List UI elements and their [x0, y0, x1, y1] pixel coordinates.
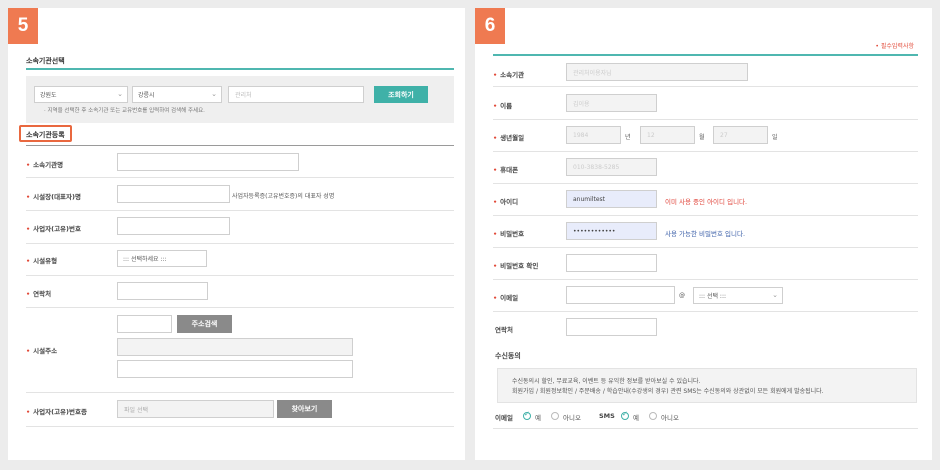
address-input[interactable] — [117, 338, 353, 356]
label-mobile: • 휴대폰 — [493, 166, 519, 174]
label-facility-type: • 시설유형 — [26, 257, 58, 265]
email-domain-value: ::: 선택 ::: — [699, 293, 726, 300]
contact-input[interactable] — [117, 282, 208, 300]
step-badge: 5 — [8, 8, 38, 44]
search-hint: · 지역을 선택한 후 소속기관 또는 교유번호를 입력하여 검색해 주세요. — [44, 108, 205, 114]
row-divider — [493, 119, 918, 120]
label-email: • 이메일 — [493, 294, 519, 302]
password-input[interactable]: •••••••••••• — [566, 222, 657, 240]
search-box: 강원도 ⌄ 강릉시 ⌄ 관리처 조회하기 · 지역을 선택한 후 소속기관 또는… — [26, 76, 454, 123]
sms-yes-radio[interactable] — [621, 410, 629, 420]
address-detail-input[interactable] — [117, 360, 353, 378]
row-divider — [493, 428, 918, 429]
label-address: • 시설주소 — [26, 347, 58, 355]
sms-no-label: 아니오 — [661, 414, 679, 422]
row-divider — [493, 311, 918, 312]
divider — [26, 145, 454, 146]
email-yes-label: 예 — [535, 414, 541, 422]
divider — [26, 68, 454, 70]
pw-confirm-input[interactable] — [566, 254, 657, 272]
birth-month-input[interactable]: 12 — [640, 126, 695, 144]
label-name: • 이름 — [493, 102, 513, 110]
label-password: • 비밀번호 — [493, 230, 525, 238]
month-unit: 월 — [699, 134, 705, 141]
email-id-input[interactable] — [566, 286, 675, 304]
province-select[interactable]: 강원도 ⌄ — [34, 86, 128, 103]
mobile-input: 010-3838-5285 — [566, 158, 657, 176]
row-divider — [26, 426, 454, 427]
browse-button[interactable]: 찾아보기 — [277, 400, 332, 418]
email-consent-label: 이메일 — [495, 414, 513, 422]
password-message: 사용 가능한 비밀번호 입니다. — [665, 230, 746, 238]
email-no-radio[interactable] — [551, 412, 559, 420]
label-cert: • 사업자(고유)번호증 — [26, 408, 87, 416]
row-divider — [493, 151, 918, 152]
required-note: • 필수입력사항 — [875, 43, 914, 50]
consent-line-2: 회원가입 / 회원정보확인 / 주문배송 / 학습안내(수강생의 경우) 관련 … — [512, 388, 824, 395]
at-sign: @ — [679, 292, 685, 299]
search-button[interactable]: 조회하기 — [374, 86, 428, 103]
consent-title: 수신동의 — [495, 352, 521, 360]
section-title: 소속기관선택 — [26, 57, 65, 65]
city-select[interactable]: 강릉시 ⌄ — [132, 86, 222, 103]
rep-note: 사업자등록증(고유번호증)의 대표자 성명 — [232, 193, 335, 200]
email-domain-select[interactable]: ::: 선택 ::: ⌄ — [693, 287, 783, 304]
label-pw-confirm: • 비밀번호 확인 — [493, 262, 539, 270]
facility-type-select[interactable]: ::: 선택하세요 ::: — [117, 250, 207, 267]
zipcode-input[interactable] — [117, 315, 172, 333]
row-divider — [26, 307, 454, 308]
chevron-down-icon: ⌄ — [772, 291, 778, 299]
row-divider — [493, 247, 918, 248]
org-name-input[interactable] — [117, 153, 299, 171]
user-id-input[interactable]: anumiltest — [566, 190, 657, 208]
email-no-label: 아니오 — [563, 414, 581, 422]
sms-consent-label: SMS — [599, 412, 615, 420]
id-message: 이미 사용 중인 아이디 입니다. — [665, 198, 748, 206]
row-divider — [26, 210, 454, 211]
address-search-button[interactable]: 주소검색 — [177, 315, 232, 333]
org-input: 관리처이용자님 — [566, 63, 748, 81]
label-user-id: • 아이디 — [493, 198, 519, 206]
right-panel: 6 • 필수입력사항 • 소속기관 관리처이용자님 • 이름 김이용 • 생년월일 1… — [475, 8, 932, 460]
row-divider — [26, 243, 454, 244]
chevron-down-icon: ⌄ — [117, 90, 123, 98]
birth-year-input[interactable]: 1984 — [566, 126, 621, 144]
city-value: 강릉시 — [138, 92, 155, 99]
birth-day-input[interactable]: 27 — [713, 126, 768, 144]
consent-info: 수신동의시 할인, 무료교육, 이벤트 등 유익한 정보를 받아보실 수 있습니… — [497, 368, 917, 403]
left-panel: 5 소속기관선택 강원도 ⌄ 강릉시 ⌄ 관리처 조회하기 · 지역을 선택한 … — [8, 8, 465, 460]
label-birth: • 생년월일 — [493, 134, 525, 142]
province-value: 강원도 — [40, 92, 57, 99]
row-divider — [493, 215, 918, 216]
file-input[interactable]: 파일 선택 — [117, 400, 274, 418]
sms-yes-label: 예 — [633, 414, 639, 422]
row-divider — [26, 275, 454, 276]
row-divider — [26, 177, 454, 178]
keyword-input[interactable]: 관리처 — [228, 86, 364, 103]
label-contact: 연락처 — [495, 326, 513, 334]
email-yes-radio[interactable] — [523, 410, 531, 420]
day-unit: 일 — [772, 134, 778, 141]
name-input: 김이용 — [566, 94, 657, 112]
step-badge: 6 — [475, 8, 505, 44]
year-unit: 년 — [625, 134, 631, 141]
label-rep-name: • 시설장(대표자)명 — [26, 193, 81, 201]
contact-input[interactable] — [566, 318, 657, 336]
divider — [493, 54, 918, 56]
rep-name-input[interactable] — [117, 185, 230, 203]
label-contact: • 연락처 — [26, 290, 52, 298]
row-divider — [493, 86, 918, 87]
register-title: 소속기관등록 — [26, 131, 65, 139]
biz-no-input[interactable] — [117, 217, 230, 235]
row-divider — [26, 392, 454, 393]
consent-line-1: 수신동의시 할인, 무료교육, 이벤트 등 유익한 정보를 받아보실 수 있습니… — [512, 378, 701, 385]
label-org: • 소속기관 — [493, 71, 525, 79]
label-org-name: • 소속기관명 — [26, 161, 64, 169]
row-divider — [493, 183, 918, 184]
row-divider — [493, 279, 918, 280]
chevron-down-icon: ⌄ — [211, 90, 217, 98]
sms-no-radio[interactable] — [649, 412, 657, 420]
label-biz-no: • 사업자(고유)번호 — [26, 225, 81, 233]
